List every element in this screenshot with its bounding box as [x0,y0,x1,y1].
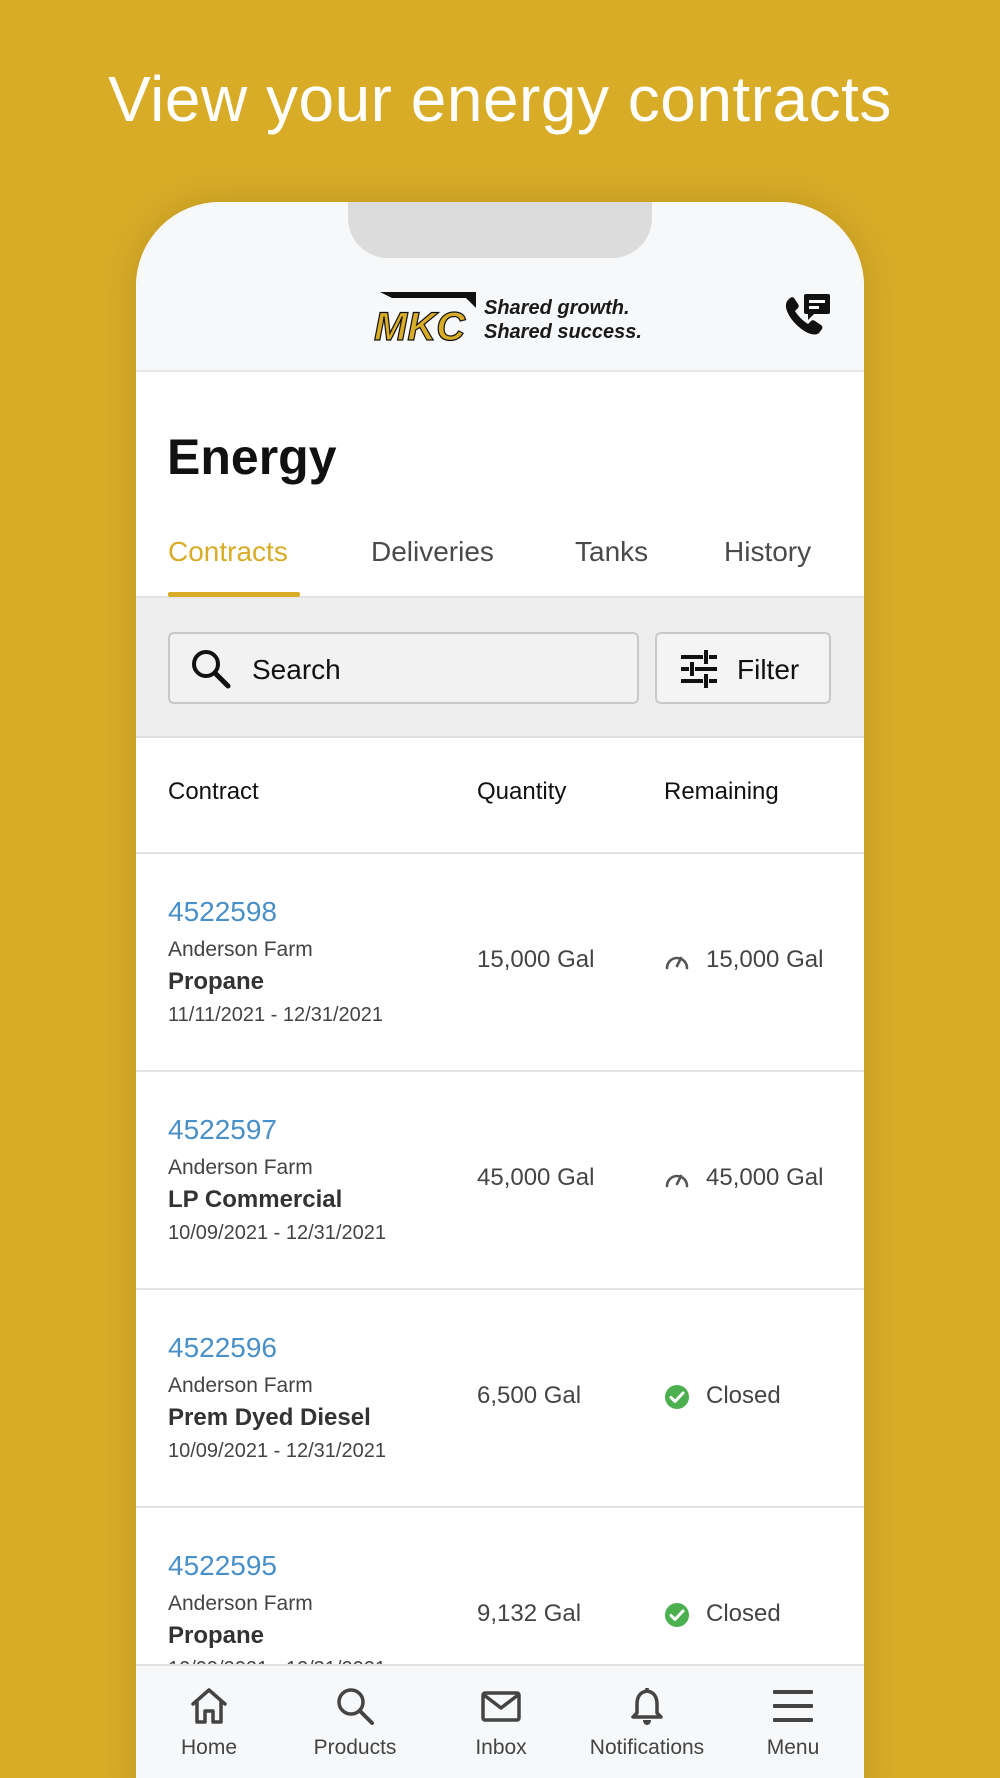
search-icon [192,650,231,689]
filter-button[interactable]: Filter [655,632,831,704]
brand-logo[interactable]: MKC Shared growth. Shared success. [372,288,642,346]
remaining-value: 45,000 Gal [706,1164,824,1191]
tab-tanks[interactable]: Tanks [575,536,648,568]
bottom-navigation: Home Products Inbox Notifications Menu [136,1664,864,1778]
contract-dates: 10/09/2021 - 12/31/2021 [168,1440,386,1462]
phone-frame: MKC Shared growth. Shared success. Energ… [136,202,864,1778]
gauge-icon [665,956,689,970]
column-header-contract[interactable]: Contract [168,778,259,806]
gauge-icon [665,1174,689,1188]
filter-label: Filter [737,654,800,685]
remaining-status: Closed [706,1600,781,1627]
phone-notch [348,202,652,258]
contract-number-link[interactable]: 4522598 [168,896,277,928]
logo-text: MKC [374,305,466,346]
farm-name: Anderson Farm [168,938,313,961]
table-row[interactable]: 4522597 Anderson Farm LP Commercial 10/0… [136,1072,864,1290]
contract-dates: 10/09/2021 - 12/31/2021 [168,1222,386,1244]
quantity-value: 9,132 Gal [477,1600,582,1627]
quantity-value: 15,000 Gal [477,946,595,973]
check-circle-icon [665,1385,689,1409]
home-icon [191,1688,227,1724]
hamburger-menu-icon [773,1690,813,1722]
nav-products[interactable]: Products [282,1666,428,1778]
search-placeholder: Search [252,654,341,685]
active-tab-indicator [168,592,300,597]
nav-notifications[interactable]: Notifications [574,1666,720,1778]
nav-home[interactable]: Home [136,1666,282,1778]
nav-label: Inbox [475,1736,527,1759]
quantity-value: 6,500 Gal [477,1382,582,1409]
tab-contracts[interactable]: Contracts [168,536,288,568]
column-header-quantity[interactable]: Quantity [477,778,566,806]
phone-chat-icon[interactable] [782,292,832,338]
remaining-status: Closed [706,1382,781,1409]
nav-label: Menu [766,1736,820,1759]
contract-dates: 11/11/2021 - 12/31/2021 [168,1004,383,1026]
tab-deliveries[interactable]: Deliveries [371,536,494,568]
tab-history[interactable]: History [724,536,811,568]
farm-name: Anderson Farm [168,1156,313,1179]
column-header-remaining[interactable]: Remaining [664,778,779,806]
contract-number-link[interactable]: 4522595 [168,1550,277,1582]
farm-name: Anderson Farm [168,1592,313,1615]
search-icon [337,1688,374,1725]
table-row[interactable]: 4522596 Anderson Farm Prem Dyed Diesel 1… [136,1290,864,1508]
check-circle-icon [665,1603,689,1627]
contract-number-link[interactable]: 4522596 [168,1332,277,1364]
tab-bar: Contracts Deliveries Tanks History [136,502,864,598]
sliders-icon [681,650,717,688]
quantity-value: 45,000 Gal [477,1164,595,1191]
remaining-value: 15,000 Gal [706,946,824,973]
product-name: Propane [168,968,265,995]
mail-icon [481,1691,521,1722]
bell-icon [631,1687,663,1725]
nav-label: Notifications [589,1736,705,1759]
logo-mark-icon: MKC [373,292,476,346]
nav-label: Home [180,1736,238,1759]
contract-number-link[interactable]: 4522597 [168,1114,277,1146]
page-title: Energy [167,429,337,485]
table-row[interactable]: 4522598 Anderson Farm Propane 11/11/2021… [136,854,864,1072]
tagline-line-1: Shared growth. [484,297,630,319]
product-name: LP Commercial [168,1186,343,1213]
nav-label: Products [313,1736,397,1759]
headline: View your energy contracts [108,63,892,135]
nav-inbox[interactable]: Inbox [428,1666,574,1778]
product-name: Propane [168,1622,265,1649]
tagline-line-2: Shared success. [484,321,642,343]
search-input[interactable]: Search [168,632,639,704]
product-name: Prem Dyed Diesel [168,1404,371,1431]
farm-name: Anderson Farm [168,1374,313,1397]
search-toolbar: Search Filter [136,598,864,738]
table-header: Contract Quantity Remaining [136,738,864,854]
nav-menu[interactable]: Menu [720,1666,864,1778]
logo-tagline: Shared growth. Shared success. [484,296,642,344]
